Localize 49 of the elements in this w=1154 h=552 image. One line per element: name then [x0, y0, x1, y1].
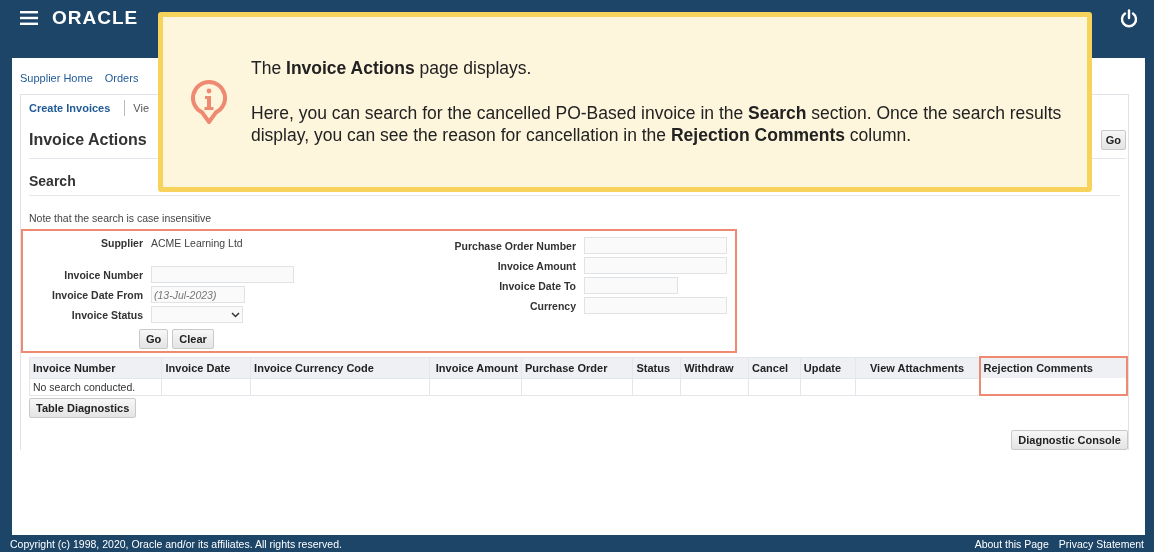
- column-header[interactable]: Status: [632, 357, 681, 378]
- column-header[interactable]: Withdraw: [680, 357, 749, 378]
- field-label: Purchase Order Number: [453, 239, 576, 252]
- field-label: Invoice Amount: [496, 259, 576, 272]
- column-header[interactable]: Invoice Amount: [429, 357, 522, 378]
- chevron-down-icon: [231, 311, 240, 318]
- callout-text: Here, you can search for the cancelled PO-Based invoice in the Search section. Once the search results display, you can see the reason for cancellation in the Rejection Comments column.: [251, 101, 1063, 148]
- field-label: Invoice Number: [63, 268, 143, 281]
- note-text: Note that the search is case insensitive: [29, 212, 213, 224]
- input-field[interactable]: [151, 266, 294, 283]
- column-header[interactable]: Purchase Order: [521, 357, 633, 378]
- power-icon[interactable]: [1120, 8, 1138, 28]
- column-header[interactable]: Cancel: [748, 357, 801, 378]
- field-label: Invoice Date From: [50, 288, 143, 301]
- subtab[interactable]: Create Invoices: [29, 102, 111, 114]
- input-field[interactable]: [584, 297, 727, 314]
- column-header[interactable]: Invoice Number: [29, 357, 162, 378]
- column-header[interactable]: Update: [800, 357, 856, 378]
- column-header[interactable]: Invoice Currency Code: [250, 357, 430, 378]
- input-field[interactable]: [584, 257, 727, 274]
- copyright-text: Copyright (c) 1998, 2020, Oracle and/or its affiliates. All rights reserved.: [10, 537, 342, 550]
- logo: ORACLE: [52, 7, 139, 29]
- table-diagnostics-button[interactable]: Table Diagnostics: [29, 398, 137, 418]
- go-button[interactable]: Go: [1100, 130, 1126, 150]
- field-value: ACME Learning Ltd: [151, 237, 244, 249]
- footer-link[interactable]: About this Page: [974, 537, 1049, 550]
- nav-link[interactable]: Orders: [104, 72, 139, 94]
- column-header[interactable]: Invoice Date: [162, 357, 251, 378]
- form-button[interactable]: Go: [139, 329, 169, 349]
- footer-link[interactable]: Privacy Statement: [1058, 537, 1144, 550]
- info-icon: [191, 80, 227, 124]
- nav-link[interactable]: Supplier Home: [20, 72, 93, 94]
- page-title: Invoice Actions: [29, 131, 147, 149]
- field-label: Invoice Date To: [498, 279, 576, 292]
- date-field[interactable]: (13-Jul-2023): [151, 286, 245, 303]
- input-field[interactable]: [584, 237, 727, 254]
- menu-icon[interactable]: [20, 11, 38, 25]
- form-button[interactable]: Clear: [172, 329, 214, 349]
- date-field[interactable]: [584, 277, 678, 294]
- subtab[interactable]: Vie: [133, 102, 150, 114]
- field-label: Invoice Status: [70, 308, 143, 321]
- diagnostic-console-button[interactable]: Diagnostic Console: [1011, 430, 1128, 450]
- field-label: Supplier: [100, 237, 143, 249]
- dropdown-field[interactable]: [151, 306, 243, 323]
- table-cell: No search conducted.: [29, 378, 162, 395]
- column-header[interactable]: Rejection Comments: [979, 357, 1127, 378]
- field-label: Currency: [528, 299, 576, 312]
- column-header[interactable]: View Attachments: [855, 357, 980, 378]
- callout-text: The Invoice Actions page displays.: [251, 56, 533, 80]
